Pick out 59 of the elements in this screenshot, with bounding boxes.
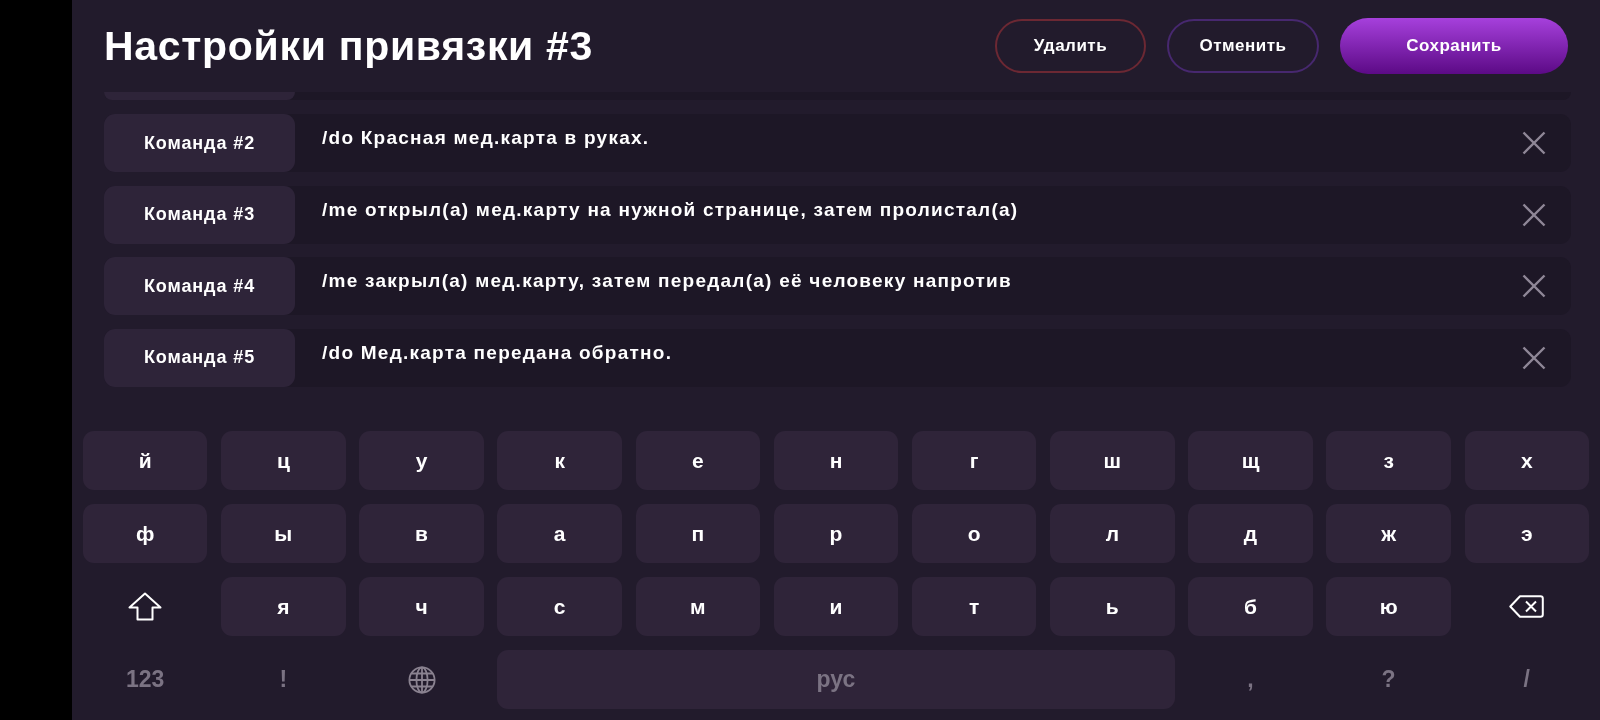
remove-button[interactable] [1522,345,1546,370]
keyboard-key[interactable]: ч [359,577,484,636]
save-button[interactable]: Сохранить [1340,18,1568,74]
remove-button[interactable] [1522,131,1546,155]
delete-button[interactable]: Удалить [995,19,1146,73]
keyboard-key[interactable]: а [497,504,622,563]
close-icon [1522,274,1546,298]
keyboard-key[interactable]: б [1188,577,1313,636]
keyboard-key[interactable]: г [911,431,1037,490]
shift-icon [128,592,163,621]
keyboard-key[interactable]: ю [1326,577,1451,636]
keyboard-key[interactable]: у [359,431,484,490]
keyboard-key[interactable]: с [497,577,622,636]
globe-icon [407,665,436,694]
command-label: Команда #5 [104,328,295,387]
keyboard-key[interactable]: я [221,577,346,636]
keyboard-key[interactable]: ш [1050,431,1175,490]
keyboard-key[interactable]: м [635,577,760,636]
keyboard-key[interactable]: ж [1326,504,1451,563]
keyboard-key[interactable]: з [1326,431,1451,490]
keyboard-key[interactable]: е [635,431,760,490]
command-input[interactable]: /me открыл(а) мед.карту на нужной странице, затем пролистал(а) [295,185,1512,244]
command-label: Команда #3 [104,185,295,244]
command-label: Команда #2 [104,114,295,172]
page-title: Настройки привязки #3 [104,22,594,70]
keyboard-key[interactable]: ! [221,650,346,709]
backspace-icon [1509,595,1545,618]
keyboard-key[interactable]: э [1464,504,1589,563]
keyboard-key[interactable]: , [1188,650,1313,709]
command-input[interactable]: /me закрыл(а) мед.карту, затем передал(а) её человеку напротив [295,257,1512,315]
keyboard-key[interactable]: ы [221,504,346,563]
keyboard-key[interactable]: х [1464,431,1589,490]
keyboard-key[interactable]: ц [221,431,346,490]
close-icon [1522,345,1546,370]
keyboard-key[interactable]: п [635,504,760,563]
keyboard-key[interactable]: и [773,577,899,636]
keyboard-key[interactable]: л [1050,504,1175,563]
command-input[interactable]: /do Красная мед.карта в руках. [295,114,1512,172]
keyboard-key[interactable]: й [83,431,208,490]
keyboard-key[interactable]: 123 [83,650,208,709]
command-label: Команда #4 [104,257,295,315]
keyboard-key[interactable]: / [1464,650,1589,709]
keyboard-key[interactable]: р [773,504,899,563]
keyboard-key[interactable]: ф [83,504,208,563]
remove-button[interactable] [1522,274,1546,298]
keyboard-key[interactable]: к [497,431,622,490]
cancel-button[interactable]: Отменить [1167,19,1319,73]
keyboard-key[interactable]: в [359,504,484,563]
remove-button[interactable] [1522,202,1546,227]
keyboard-key[interactable]: н [773,431,899,490]
close-icon [1522,131,1546,155]
keyboard-key[interactable]: о [911,504,1037,563]
keyboard-key[interactable]: д [1188,504,1313,563]
keyboard-key[interactable]: ? [1326,650,1451,709]
keyboard-key[interactable]: щ [1188,431,1313,490]
keyboard-key[interactable]: т [911,577,1037,636]
command-input[interactable]: /do Мед.карта передана обратно. [295,328,1512,387]
keyboard-key[interactable]: ь [1050,577,1175,636]
close-icon [1522,202,1546,227]
